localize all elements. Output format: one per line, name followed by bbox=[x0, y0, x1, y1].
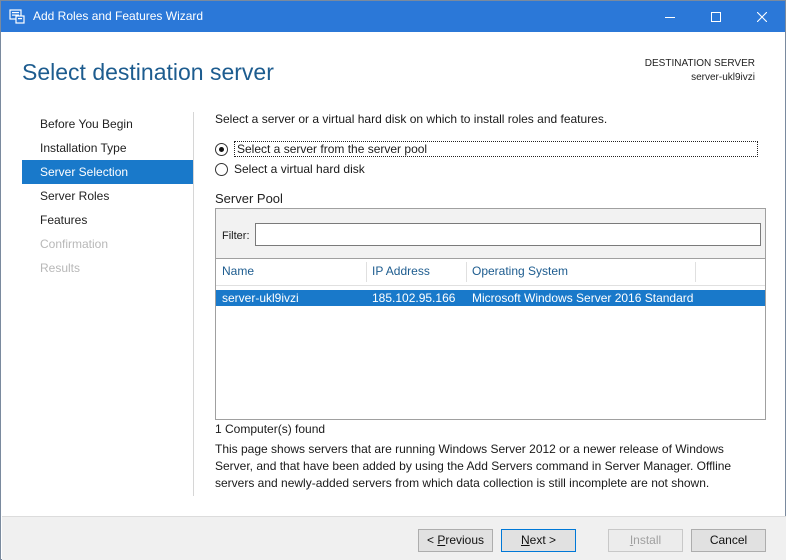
filter-bar: Filter: bbox=[216, 209, 765, 259]
nav-item-results: Results bbox=[40, 261, 81, 275]
nav-item-server-roles[interactable]: Server Roles bbox=[22, 184, 193, 208]
destination-server-label: DESTINATION SERVER bbox=[644, 58, 755, 69]
nav-item-server-selection[interactable]: Server Selection bbox=[22, 160, 193, 184]
cancel-button[interactable]: Cancel bbox=[691, 529, 766, 552]
maximize-icon bbox=[711, 11, 721, 22]
nav-item-confirmation: Confirmation bbox=[40, 237, 109, 251]
previous-prefix: < bbox=[426, 533, 438, 547]
radio-virtual-hard-disk[interactable]: Select a virtual hard disk bbox=[215, 162, 365, 176]
wizard-window: Add Roles and Features Wizard Select des… bbox=[0, 0, 786, 560]
next-button[interactable]: Next > bbox=[501, 529, 576, 552]
wizard-nav: Before You Begin Installation Type Serve… bbox=[22, 112, 193, 280]
cell-name: server-ukl9ivzi bbox=[222, 291, 299, 305]
window-title: Add Roles and Features Wizard bbox=[33, 9, 204, 23]
nav-item-installation-type[interactable]: Installation Type bbox=[22, 136, 193, 160]
description-text: This page shows servers that are running… bbox=[215, 442, 732, 490]
column-header-ip-address[interactable]: IP Address bbox=[366, 260, 466, 286]
previous-rest: revious bbox=[445, 533, 485, 547]
column-header-operating-system[interactable]: Operating System bbox=[466, 260, 695, 286]
cell-ip-address: 185.102.95.166 bbox=[372, 291, 456, 305]
cell-operating-system: Microsoft Windows Server 2016 Standard bbox=[472, 291, 694, 305]
minimize-icon bbox=[665, 16, 675, 18]
column-divider[interactable] bbox=[695, 262, 696, 282]
grid-header: Name IP Address Operating System bbox=[216, 260, 765, 286]
radio-server-pool-label[interactable]: Select a server from the server pool bbox=[234, 141, 758, 157]
footer-bar: < Previous Next > Install Cancel bbox=[2, 516, 786, 560]
next-rest: ext > bbox=[529, 533, 557, 547]
filter-label: Filter: bbox=[222, 230, 250, 242]
radio-server-pool-button[interactable] bbox=[215, 142, 228, 156]
close-button[interactable] bbox=[739, 1, 785, 32]
filter-input[interactable] bbox=[255, 223, 761, 246]
server-pool-panel: Filter: Name IP Address Operating System… bbox=[215, 208, 766, 420]
install-button: Install bbox=[608, 529, 683, 552]
server-manager-icon bbox=[9, 9, 25, 24]
computers-found-count: 1 Computer(s) found bbox=[215, 422, 326, 436]
nav-item-before-you-begin[interactable]: Before You Begin bbox=[22, 112, 193, 136]
next-accelerator: N bbox=[520, 533, 530, 547]
table-row[interactable]: server-ukl9ivzi 185.102.95.166 Microsoft… bbox=[216, 290, 765, 306]
nav-divider bbox=[193, 112, 194, 496]
destination-server-value: server-ukl9ivzi bbox=[691, 72, 755, 83]
server-pool-title: Server Pool bbox=[215, 191, 283, 206]
title-bar[interactable]: Add Roles and Features Wizard bbox=[1, 1, 785, 32]
page-title: Select destination server bbox=[22, 59, 274, 85]
install-rest: nstall bbox=[633, 533, 662, 547]
instruction-text: Select a server or a virtual hard disk o… bbox=[215, 112, 608, 126]
radio-virtual-hard-disk-button[interactable] bbox=[215, 162, 228, 176]
minimize-button[interactable] bbox=[647, 1, 693, 32]
previous-button[interactable]: < Previous bbox=[418, 529, 493, 552]
radio-server-pool[interactable]: Select a server from the server pool bbox=[215, 141, 758, 157]
destination-server: DESTINATION SERVER server-ukl9ivzi bbox=[645, 57, 755, 85]
maximize-button[interactable] bbox=[693, 1, 739, 32]
nav-item-features[interactable]: Features bbox=[22, 208, 193, 232]
radio-virtual-hard-disk-label[interactable]: Select a virtual hard disk bbox=[234, 162, 365, 176]
close-icon bbox=[757, 11, 767, 22]
column-header-name[interactable]: Name bbox=[216, 260, 366, 286]
